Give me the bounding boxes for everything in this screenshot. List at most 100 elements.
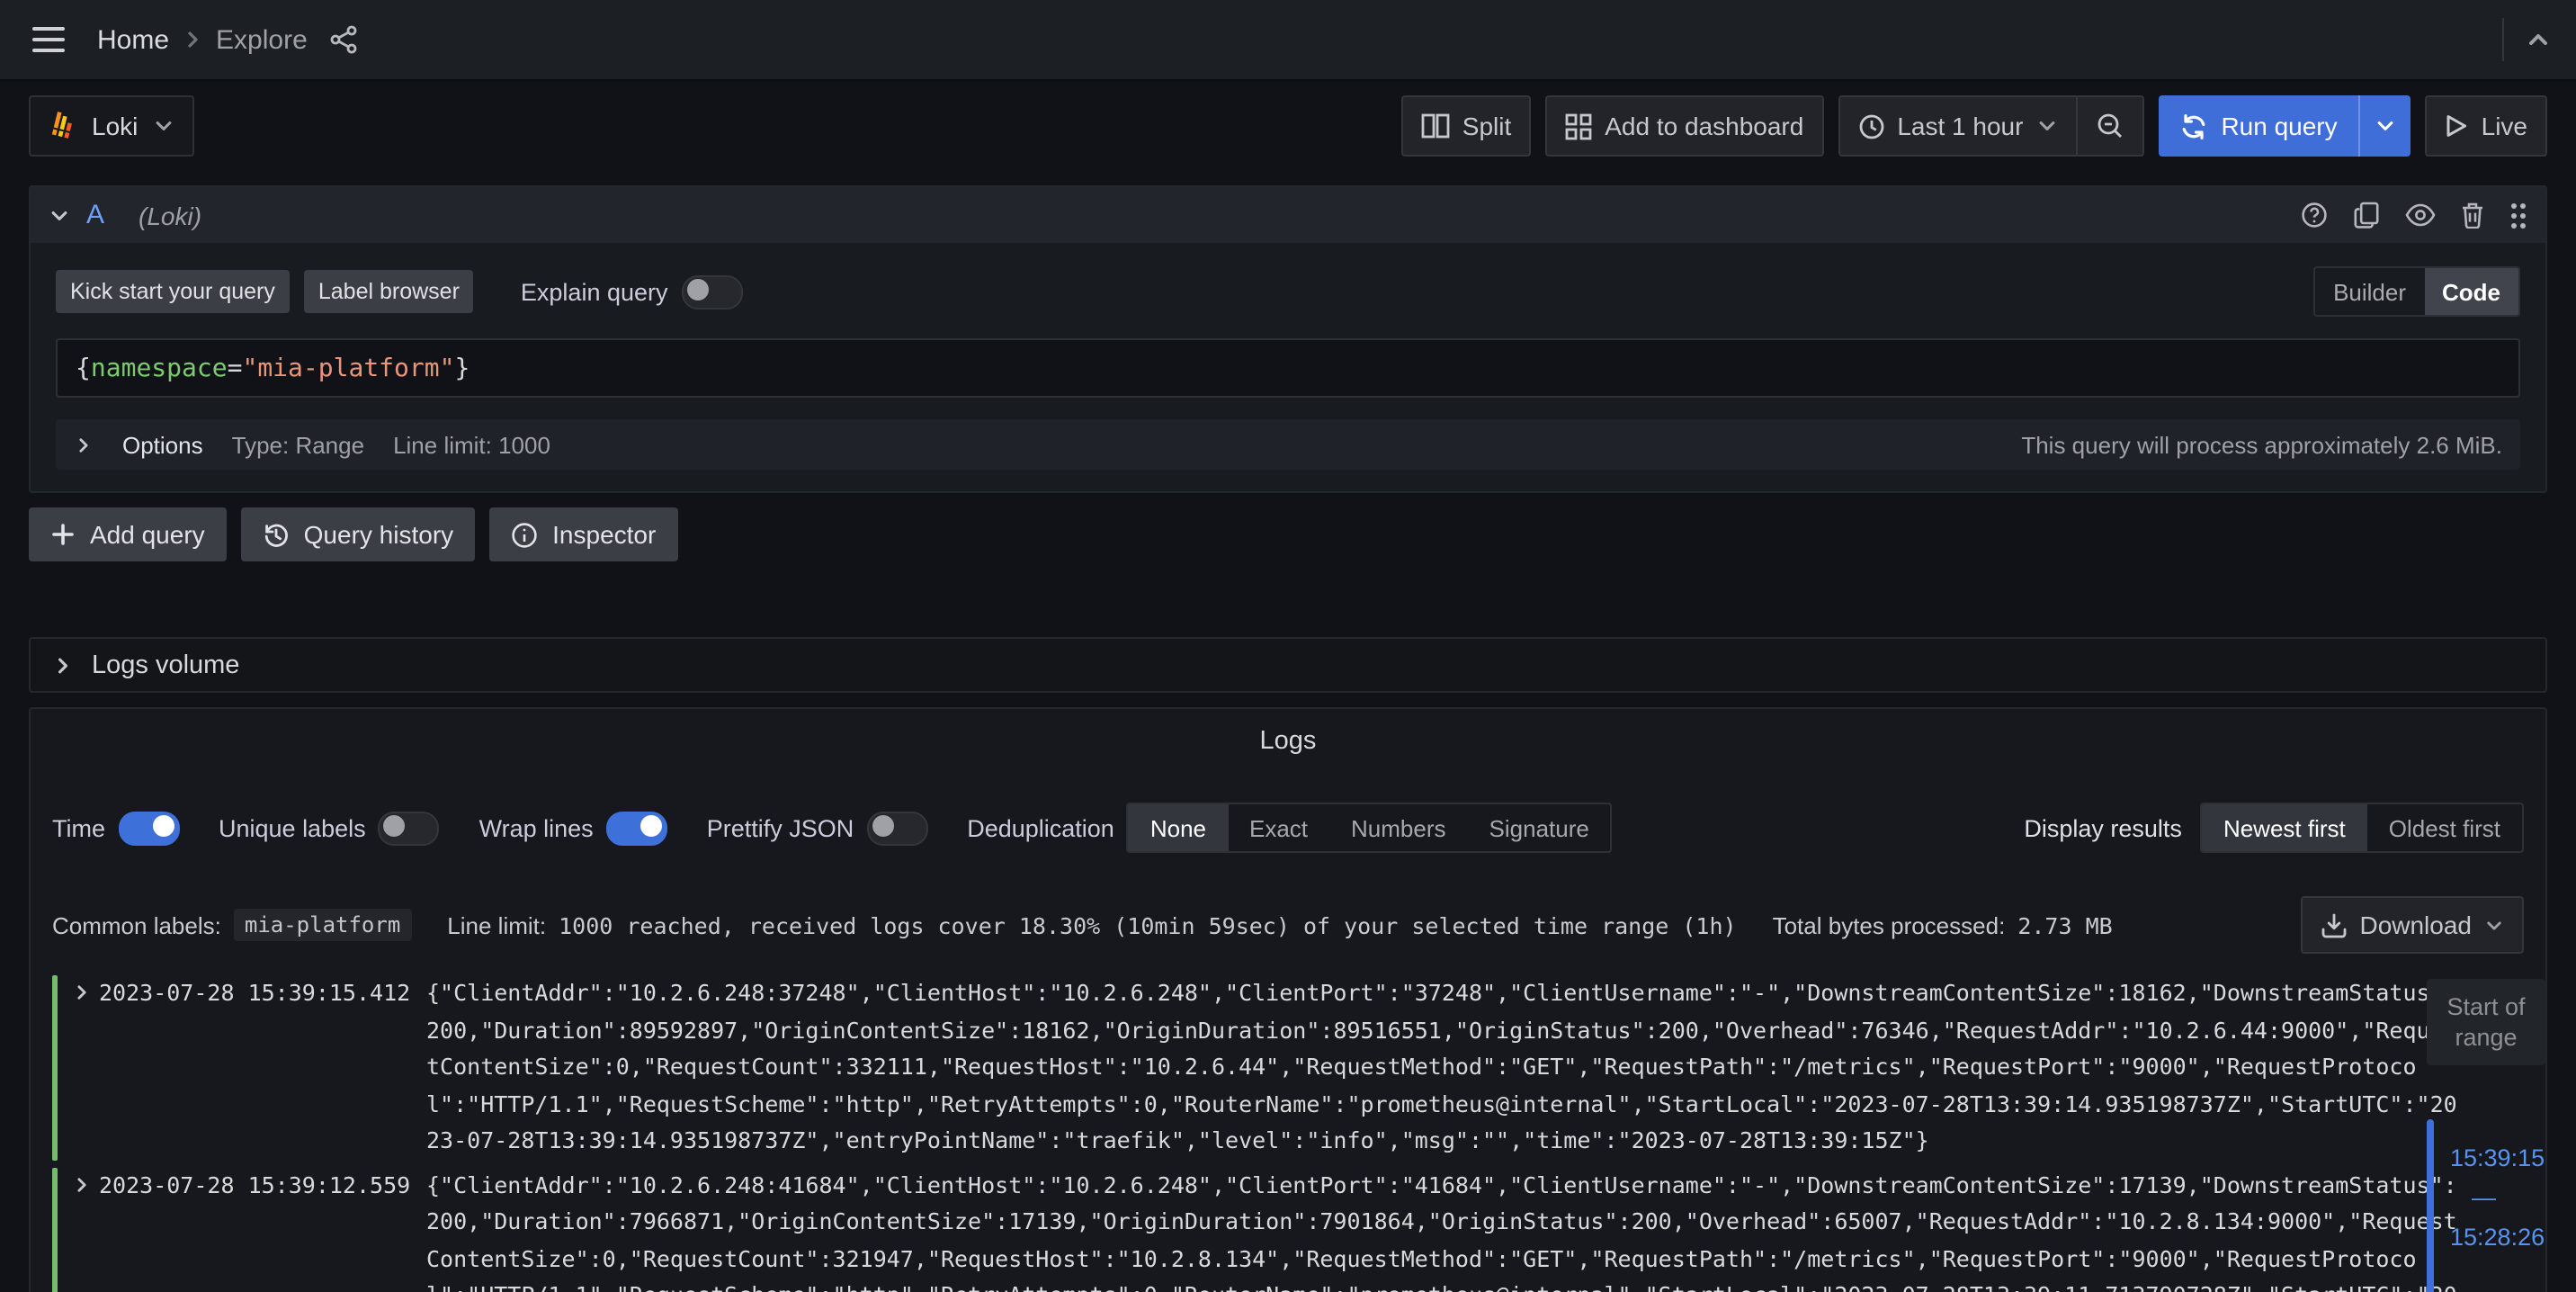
eye-icon[interactable]: [2405, 203, 2436, 227]
secondary-actions: Add query Query history Inspector: [29, 507, 2547, 561]
prettify-json-control: Prettify JSON: [707, 811, 928, 845]
explore-toolbar: Loki Split Add to dashboard Last 1 hour: [29, 97, 2547, 155]
total-bytes-meta: Total bytes processed: 2.73 MB: [1773, 911, 2113, 938]
drag-handle-icon[interactable]: [2509, 201, 2527, 229]
start-of-range-button[interactable]: Start of range: [2427, 979, 2545, 1065]
explain-query-label: Explain query: [521, 278, 668, 305]
line-limit-label: Line limit:: [447, 911, 546, 938]
log-level-bar: [52, 975, 58, 1160]
query-row-actions: [2301, 201, 2527, 229]
split-button[interactable]: Split: [1401, 95, 1531, 157]
line-limit-value: 1000 reached, received logs cover 18.30%…: [559, 911, 1736, 938]
wrap-lines-control: Wrap lines: [479, 811, 667, 845]
download-icon: [2320, 911, 2347, 938]
zoom-out-button[interactable]: [2075, 97, 2142, 155]
add-to-dashboard-button[interactable]: Add to dashboard: [1545, 95, 1823, 157]
time-control: Time: [52, 811, 179, 845]
deduplication-control: Deduplication None Exact Numbers Signatu…: [967, 803, 1613, 853]
dedup-option-numbers[interactable]: Numbers: [1329, 804, 1468, 851]
history-icon: [263, 521, 290, 548]
collapse-chevron-icon[interactable]: [49, 204, 70, 226]
info-icon: [511, 521, 538, 548]
unique-labels-control: Unique labels: [219, 811, 440, 845]
unique-labels-toggle[interactable]: [379, 811, 440, 845]
query-history-button[interactable]: Query history: [241, 507, 476, 561]
total-bytes-value: 2.73 MB: [2017, 911, 2112, 938]
query-ref-id[interactable]: A: [86, 200, 104, 230]
query-input[interactable]: {namespace="mia-platform"}: [56, 338, 2520, 398]
share-button[interactable]: [329, 25, 358, 54]
editor-mode-switch: Builder Code: [2313, 266, 2520, 317]
order-option-newest-first[interactable]: Newest first: [2202, 804, 2367, 851]
dedup-option-signature[interactable]: Signature: [1468, 804, 1611, 851]
dashboard-grid-icon: [1565, 112, 1592, 139]
menu-button[interactable]: [25, 16, 72, 63]
play-icon: [2446, 113, 2469, 139]
logs-volume-panel[interactable]: Logs volume: [29, 637, 2547, 693]
datasource-picker[interactable]: Loki: [29, 95, 193, 157]
expand-chevron-icon[interactable]: [72, 1174, 92, 1194]
trash-icon[interactable]: [2461, 202, 2484, 229]
deduplication-label: Deduplication: [967, 814, 1114, 841]
download-label: Download: [2359, 911, 2472, 939]
query-datasource-hint: (Loki): [139, 201, 201, 229]
add-query-label: Add query: [90, 520, 205, 549]
chevron-down-icon: [152, 115, 174, 137]
breadcrumb: Home Explore: [97, 24, 308, 55]
query-size-estimate: This query will process approximately 2.…: [2021, 431, 2502, 458]
nav-divider: [2502, 18, 2504, 61]
log-row[interactable]: 2023-07-28 15:39:12.559 {"ClientAddr":"1…: [52, 1167, 2524, 1292]
inspector-button[interactable]: Inspector: [489, 507, 677, 561]
log-nav-time-newest: 15:39:15: [2450, 1144, 2545, 1171]
common-labels-badge: mia-platform: [234, 909, 411, 941]
time-toggle[interactable]: [118, 811, 179, 845]
chevron-up-icon: [2526, 27, 2551, 52]
dedup-option-none[interactable]: None: [1129, 804, 1228, 851]
run-query-button[interactable]: Run query: [2158, 95, 2358, 157]
deduplication-radio-group: None Exact Numbers Signature: [1127, 803, 1613, 853]
options-label: Options: [122, 431, 203, 458]
log-row[interactable]: 2023-07-28 15:39:15.412 {"ClientAddr":"1…: [52, 975, 2524, 1160]
add-query-button[interactable]: Add query: [29, 507, 227, 561]
display-results-control: Display results Newest first Oldest firs…: [2024, 803, 2524, 853]
order-option-oldest-first[interactable]: Oldest first: [2367, 804, 2522, 851]
chevron-down-icon: [2375, 115, 2397, 137]
hamburger-icon: [32, 27, 65, 52]
copy-icon[interactable]: [2353, 202, 2380, 229]
expand-chevron-icon[interactable]: [72, 982, 92, 1002]
logs-panel-title: Logs: [31, 709, 2545, 756]
log-nav-times: 15:39:15 — 15:28:26: [2434, 1119, 2545, 1292]
clock-icon: [1857, 112, 1884, 139]
editor-mode-builder[interactable]: Builder: [2315, 268, 2424, 315]
time-range-picker[interactable]: Last 1 hour: [1839, 97, 2075, 155]
query-token-equals: =: [228, 354, 243, 382]
wrap-lines-toggle[interactable]: [606, 811, 667, 845]
label-browser-button[interactable]: Label browser: [304, 270, 474, 313]
live-button[interactable]: Live: [2426, 95, 2547, 157]
run-query-dropdown-button[interactable]: [2359, 95, 2411, 157]
kick-start-button[interactable]: Kick start your query: [56, 270, 290, 313]
breadcrumb-home[interactable]: Home: [97, 24, 169, 55]
chevron-down-icon: [2484, 915, 2504, 935]
explain-query-toggle[interactable]: [683, 274, 744, 309]
scroll-top-button[interactable]: [2526, 27, 2551, 52]
split-label: Split: [1462, 112, 1511, 140]
log-nav-range-bar: [2427, 1119, 2434, 1292]
log-level-bar: [52, 1167, 58, 1292]
dedup-option-exact[interactable]: Exact: [1228, 804, 1329, 851]
total-bytes-label: Total bytes processed:: [1773, 911, 2006, 938]
breadcrumb-separator-icon: [183, 31, 201, 49]
run-query-label: Run query: [2221, 112, 2337, 140]
run-query-split-button: Run query: [2158, 95, 2411, 157]
wrap-lines-label: Wrap lines: [479, 814, 594, 841]
log-timestamp: 2023-07-28 15:39:15.412: [99, 975, 412, 1012]
query-options-row[interactable]: Options Type: Range Line limit: 1000 Thi…: [56, 419, 2520, 470]
editor-mode-code[interactable]: Code: [2424, 268, 2518, 315]
query-row-body: Kick start your query Label browser Expl…: [31, 243, 2545, 491]
unique-labels-label: Unique labels: [219, 814, 366, 841]
prettify-json-toggle[interactable]: [866, 811, 927, 845]
query-token-open-brace: {: [76, 354, 91, 382]
download-button[interactable]: Download: [2300, 896, 2524, 954]
add-to-dashboard-label: Add to dashboard: [1605, 112, 1803, 140]
help-icon[interactable]: [2301, 202, 2328, 229]
